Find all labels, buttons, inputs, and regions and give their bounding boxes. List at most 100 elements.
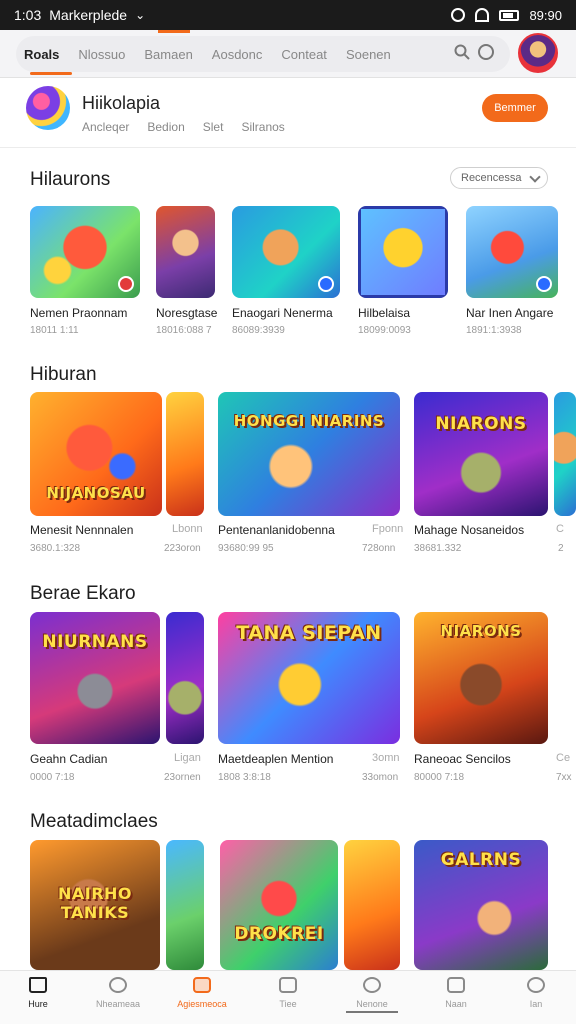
game-thumbnail bbox=[554, 392, 576, 516]
chevron-down-icon[interactable]: ⌄ bbox=[135, 8, 145, 22]
game-art-title: NAIRHO TANIKS bbox=[57, 884, 133, 922]
chevron-down-icon bbox=[529, 171, 541, 183]
game-side-label: Ligan bbox=[174, 752, 201, 764]
game-meta: 18011 1:11 bbox=[30, 325, 79, 336]
bottom-nav-account[interactable]: Ian bbox=[501, 977, 571, 1009]
game-art-title: HONGGI NIARINS bbox=[233, 412, 385, 430]
game-card[interactable]: NAIRHO TANIKS bbox=[30, 840, 160, 970]
record-icon bbox=[451, 8, 466, 22]
game-name: Enaogari Nenerma bbox=[232, 306, 333, 320]
section-title-hiburan: Hiburan bbox=[30, 364, 97, 385]
status-app-name: Markerplede bbox=[49, 7, 128, 23]
game-card-peek[interactable] bbox=[344, 840, 400, 970]
tab-list: Roals Nlossuo Bamaen Aosdonc Conteat Soe… bbox=[24, 36, 391, 72]
game-card[interactable] bbox=[156, 206, 215, 298]
gamepad-icon bbox=[193, 977, 211, 993]
game-meta: 38681.332 bbox=[414, 543, 462, 554]
game-side-meta: 728onn bbox=[362, 543, 396, 554]
game-card-peek[interactable] bbox=[166, 612, 204, 744]
bottom-nav-label: Naan bbox=[445, 999, 467, 1009]
bottom-nav-home[interactable]: Hure bbox=[3, 977, 73, 1009]
game-card[interactable]: DROKREI bbox=[220, 840, 338, 970]
search-icon[interactable] bbox=[454, 44, 470, 60]
game-card[interactable]: HONGGI NIARINS bbox=[218, 392, 400, 516]
game-meta: 0000 7:18 bbox=[30, 772, 75, 783]
game-name: Nar Inen Angare bbox=[466, 306, 554, 320]
subtab-silranos[interactable]: Silranos bbox=[241, 120, 284, 134]
user-icon bbox=[527, 977, 545, 993]
sort-dropdown-value: Recencessa bbox=[461, 172, 522, 184]
platform-badge-icon bbox=[318, 276, 334, 292]
bottom-nav-label: Nheameaa bbox=[95, 999, 141, 1009]
section-title-meatadimclaes: Meatadimclaes bbox=[30, 811, 158, 832]
app-subtabs: Ancleqer Bedion Slet Silranos bbox=[82, 120, 285, 134]
bottom-nav-profile[interactable]: Nheameaa bbox=[83, 977, 153, 1009]
game-meta: 93680:99 95 bbox=[218, 543, 274, 554]
game-card-peek[interactable] bbox=[554, 392, 576, 516]
wifi-icon bbox=[475, 8, 490, 22]
subtab-slet[interactable]: Slet bbox=[203, 120, 224, 134]
game-card[interactable]: NIARONS bbox=[414, 612, 548, 744]
game-card[interactable]: GALRNS bbox=[414, 840, 548, 970]
bottom-nav-label: Nenone bbox=[356, 999, 388, 1009]
game-card[interactable]: NIJANOSAU bbox=[30, 392, 162, 516]
tab-nlossuo[interactable]: Nlossuo bbox=[78, 47, 125, 62]
game-card[interactable] bbox=[232, 206, 340, 298]
game-side-label: Fponn bbox=[372, 523, 404, 535]
game-thumbnail bbox=[166, 392, 204, 516]
bottom-nav-library[interactable]: Naan bbox=[421, 977, 491, 1009]
app-logo bbox=[26, 86, 70, 130]
game-meta: 1891:1:3938 bbox=[466, 325, 522, 336]
sort-dropdown[interactable]: Recencessa bbox=[450, 167, 548, 189]
status-time: 1:03 bbox=[14, 7, 42, 23]
game-side-meta: 23ornen bbox=[164, 772, 201, 783]
game-thumbnail bbox=[358, 206, 448, 298]
tab-soenen[interactable]: Soenen bbox=[346, 47, 391, 62]
person-icon bbox=[363, 977, 381, 993]
tab-bamaen[interactable]: Bamaen bbox=[144, 47, 192, 62]
game-art-title: DROKREI bbox=[234, 924, 324, 944]
library-icon bbox=[447, 977, 465, 993]
tab-aosdonc[interactable]: Aosdonc bbox=[212, 47, 263, 62]
game-side-label: C bbox=[556, 523, 564, 535]
game-card[interactable] bbox=[358, 206, 448, 298]
game-meta: 18099:0093 bbox=[358, 325, 411, 336]
person-icon bbox=[109, 977, 127, 993]
game-meta: 80000 7:18 bbox=[414, 772, 465, 783]
game-card[interactable]: NIARONS bbox=[414, 392, 548, 516]
history-icon[interactable] bbox=[478, 44, 494, 60]
game-card-peek[interactable] bbox=[166, 392, 204, 516]
game-meta: 1808 3:8:18 bbox=[218, 772, 271, 783]
bottom-nav-games[interactable]: Agiesmeoca bbox=[167, 977, 237, 1009]
bottom-nav-label: Tiee bbox=[279, 999, 297, 1009]
section-title-berae-ekaro: Berae Ekaro bbox=[30, 583, 136, 604]
platform-badge-icon bbox=[118, 276, 134, 292]
game-card[interactable]: NIURNANS bbox=[30, 612, 160, 744]
game-art-title: NIURNANS bbox=[42, 632, 148, 652]
subtab-ancleqer[interactable]: Ancleqer bbox=[82, 120, 129, 134]
game-card[interactable] bbox=[466, 206, 558, 298]
primary-action-button[interactable]: Bemmer bbox=[482, 94, 548, 122]
game-card[interactable] bbox=[30, 206, 140, 298]
tab-conteat[interactable]: Conteat bbox=[281, 47, 327, 62]
game-name: Raneoac Sencilos bbox=[414, 752, 511, 766]
game-card-peek[interactable] bbox=[166, 840, 204, 970]
game-meta: 3680.1:328 bbox=[30, 543, 81, 554]
bottom-nav-friends[interactable]: Nenone bbox=[337, 977, 407, 1009]
bottom-nav-time[interactable]: Tiee bbox=[253, 977, 323, 1009]
game-art-title: GALRNS bbox=[440, 850, 522, 870]
game-thumbnail bbox=[220, 840, 338, 970]
game-card[interactable]: TANA SIEPAN bbox=[218, 612, 400, 744]
game-name: Hilbelaisa bbox=[358, 306, 411, 320]
subtab-bedion[interactable]: Bedion bbox=[147, 120, 184, 134]
user-avatar[interactable] bbox=[518, 33, 558, 73]
game-name: Nemen Praonnam bbox=[30, 306, 128, 320]
active-tab-indicator bbox=[30, 72, 72, 75]
game-thumbnail bbox=[166, 840, 204, 970]
tab-roals[interactable]: Roals bbox=[24, 47, 59, 62]
game-name: Noresgtase bbox=[156, 306, 218, 320]
game-side-meta: 33omon bbox=[362, 772, 399, 783]
top-navigation: Roals Nlossuo Bamaen Aosdonc Conteat Soe… bbox=[0, 30, 576, 78]
game-thumbnail bbox=[414, 392, 548, 516]
game-name: Maetdeaplen Mention bbox=[218, 752, 334, 766]
